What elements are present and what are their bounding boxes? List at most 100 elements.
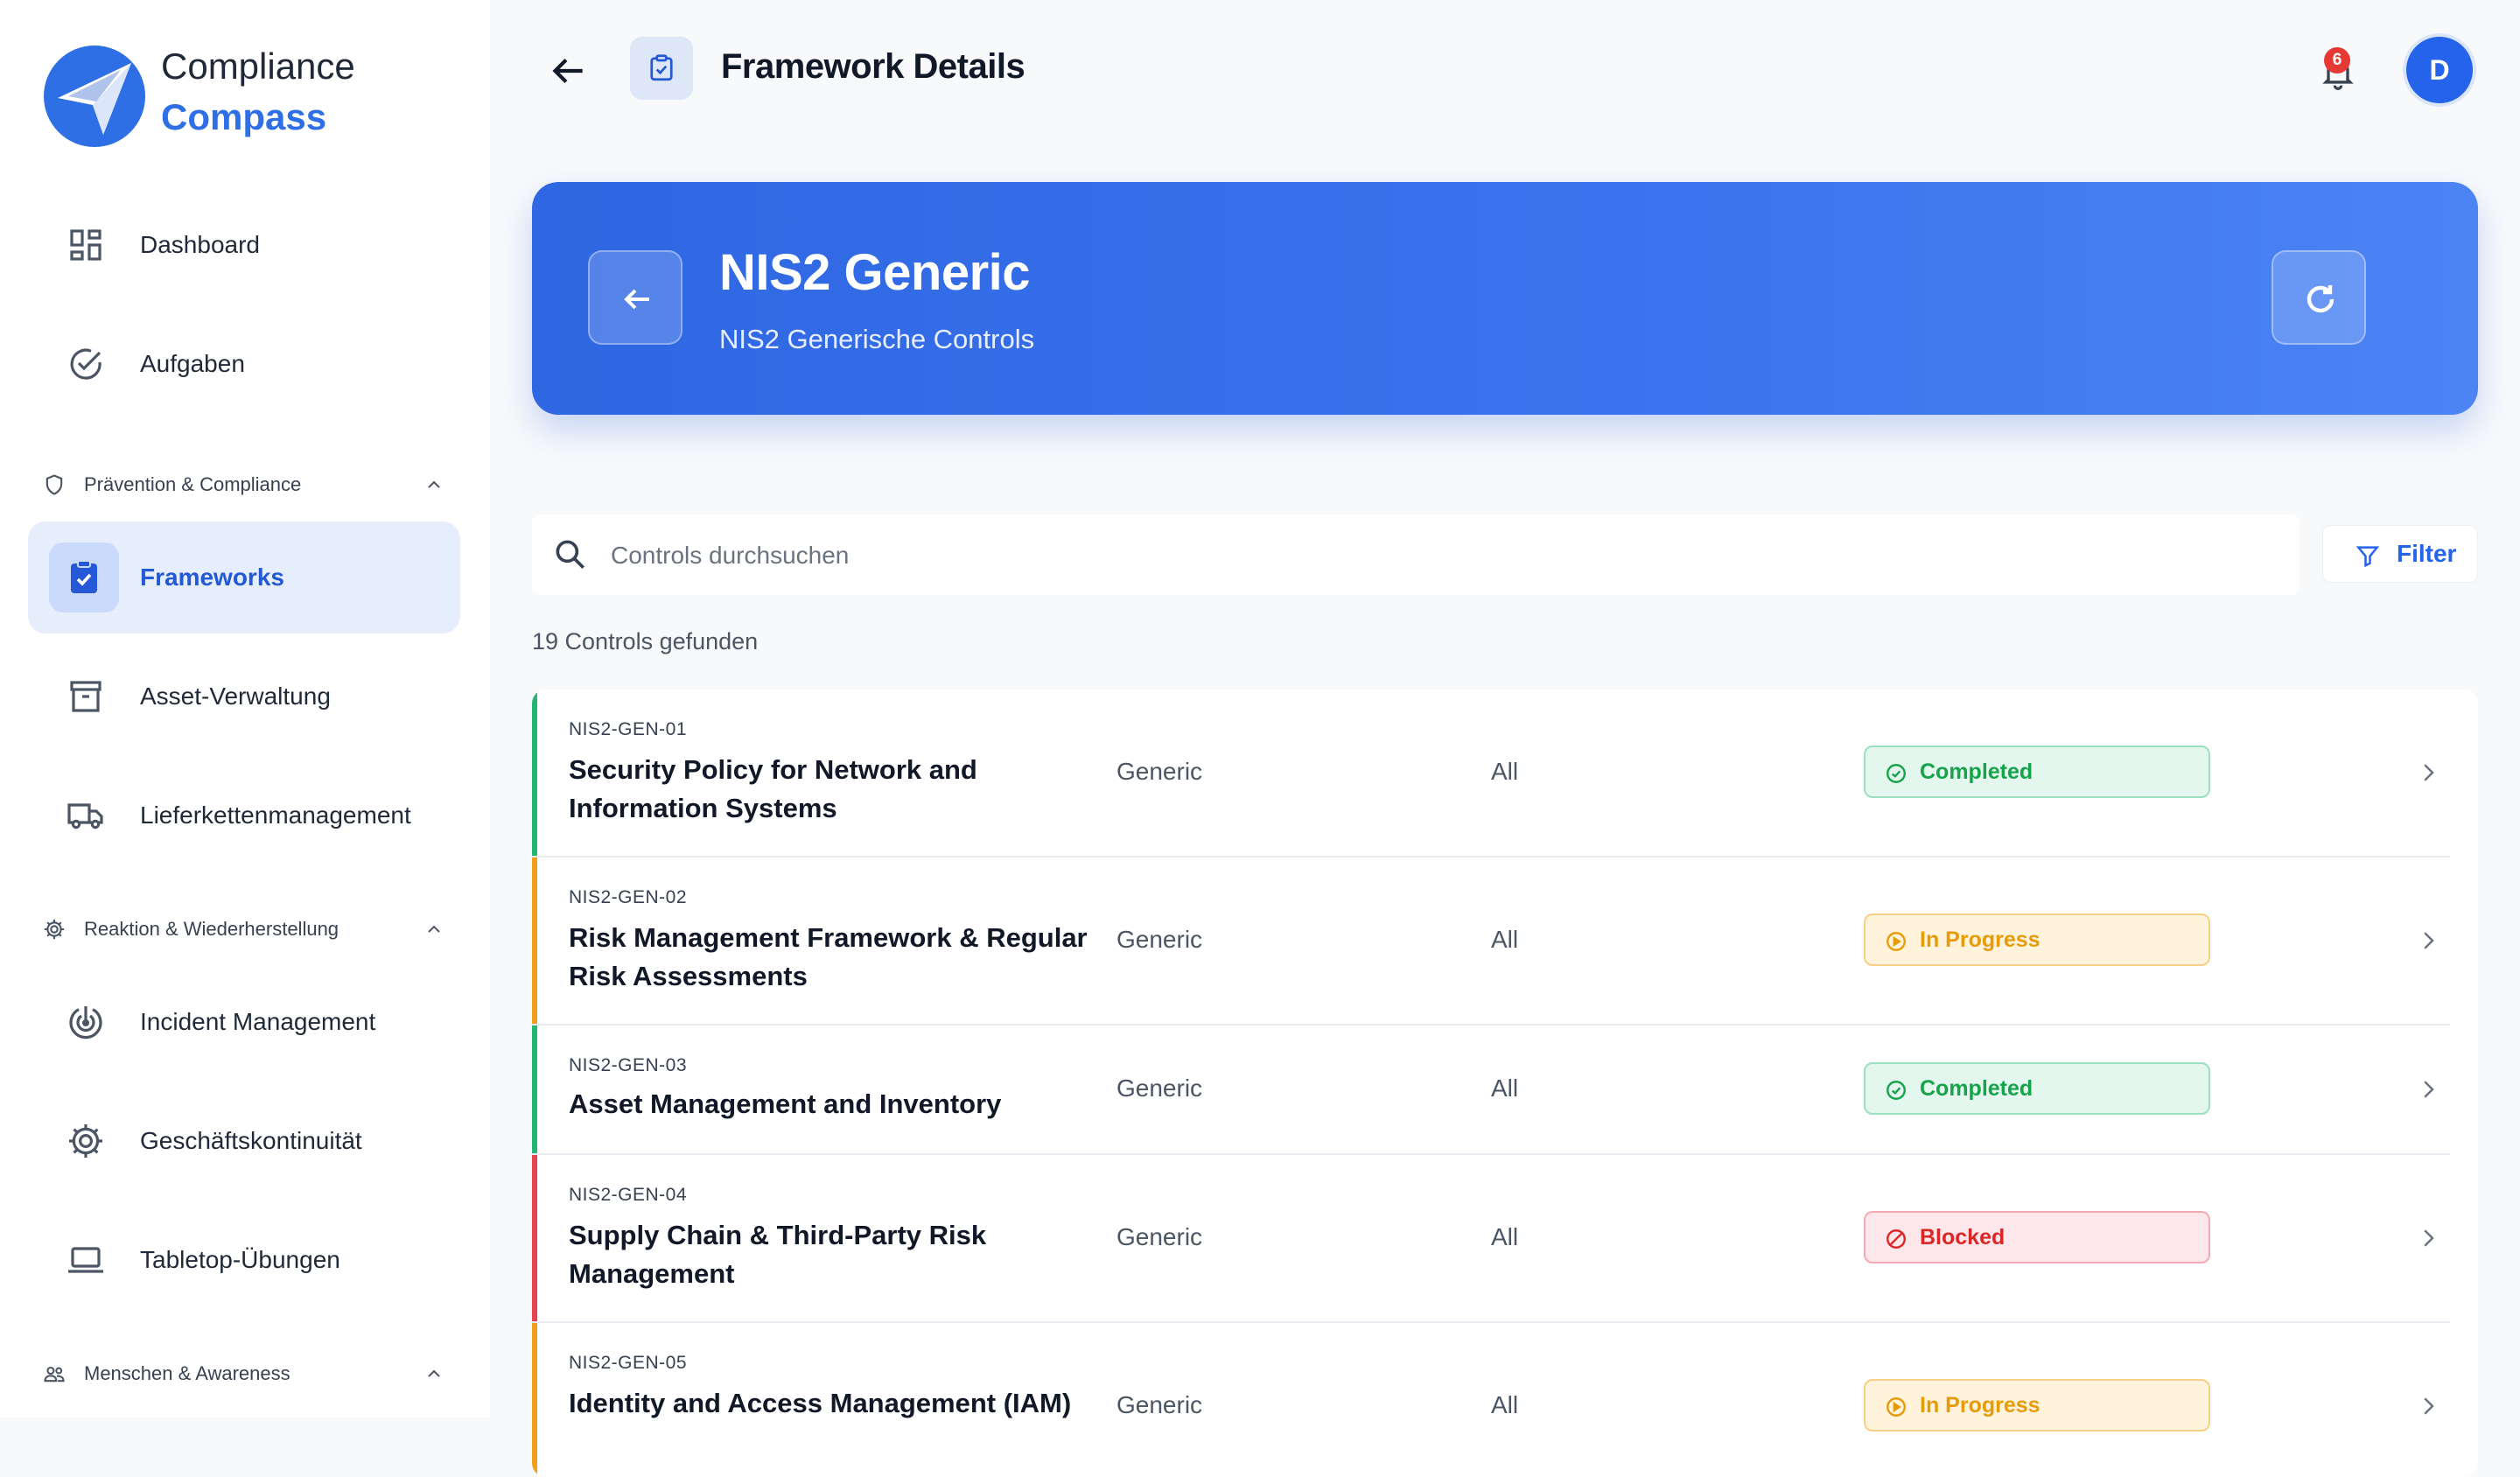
truck-icon bbox=[65, 794, 107, 836]
shield-icon bbox=[42, 472, 66, 497]
page-title: Framework Details bbox=[721, 47, 1026, 86]
sidebar-item-label: Asset-Verwaltung bbox=[140, 682, 331, 710]
laptop-icon bbox=[65, 1239, 107, 1281]
arrow-left-icon bbox=[624, 289, 649, 310]
sidebar-item-incident-management[interactable]: Incident Management bbox=[28, 966, 460, 1078]
control-scope: All bbox=[1491, 758, 1519, 785]
control-title: Supply Chain & Third-Party Risk Manageme… bbox=[569, 1220, 987, 1289]
sidebar-item-label: Aufgaben bbox=[140, 350, 245, 377]
chevron-right-icon[interactable] bbox=[2415, 1225, 2441, 1251]
framework-title: NIS2 Generic bbox=[719, 244, 1031, 301]
table-row[interactable]: NIS2-GEN-04 Supply Chain & Third-Party R… bbox=[532, 1155, 2450, 1323]
sidebar-item-label: Frameworks bbox=[140, 564, 284, 591]
sidebar-item-aufgaben[interactable]: Aufgaben bbox=[28, 308, 460, 420]
sidebar-item-frameworks[interactable]: Frameworks bbox=[28, 522, 460, 634]
sidebar-item-label: Incident Management bbox=[140, 1008, 376, 1035]
filter-button[interactable]: Filter bbox=[2322, 525, 2478, 583]
status-badge-label: Blocked bbox=[1920, 1225, 2006, 1250]
control-id: NIS2-GEN-04 bbox=[569, 1185, 688, 1205]
control-title: Asset Management and Inventory bbox=[569, 1088, 1002, 1119]
dashboard-icon bbox=[65, 224, 107, 266]
compass-logo-icon bbox=[42, 44, 147, 149]
sidebar-item-tabletop-uebungen[interactable]: Tabletop-Übungen bbox=[28, 1204, 460, 1316]
sidebar-item-label: Geschäftskontinuität bbox=[140, 1127, 362, 1154]
sidebar-section-reaktion[interactable]: Reaktion & Wiederherstellung bbox=[42, 912, 444, 947]
sidebar-section-menschen[interactable]: Menschen & Awareness bbox=[42, 1356, 444, 1391]
sidebar-item-label: Dashboard bbox=[140, 231, 260, 258]
control-title: Identity and Access Management (IAM) bbox=[569, 1388, 1072, 1418]
user-avatar[interactable]: D bbox=[2406, 37, 2473, 103]
chevron-right-icon[interactable] bbox=[2415, 1393, 2441, 1419]
archive-icon bbox=[65, 676, 107, 718]
control-category: Generic bbox=[1116, 758, 1203, 785]
brand-name: Compliance bbox=[161, 46, 355, 87]
status-indicator-bar bbox=[532, 1155, 537, 1321]
result-count: 19 Controls gefunden bbox=[532, 628, 759, 654]
blocked-icon bbox=[1886, 1229, 1906, 1249]
status-badge-label: Completed bbox=[1920, 760, 2034, 784]
framework-banner: NIS2 Generic NIS2 Generische Controls bbox=[532, 182, 2478, 415]
sidebar-item-label: Tabletop-Übungen bbox=[140, 1246, 340, 1273]
search-input[interactable] bbox=[609, 514, 2275, 597]
status-badge-label: Completed bbox=[1920, 1076, 2034, 1101]
check-circle-icon bbox=[1886, 764, 1906, 783]
brand-name-accent: Compass bbox=[161, 96, 327, 137]
sidebar-item-dashboard[interactable]: Dashboard bbox=[28, 189, 460, 301]
status-indicator-bar bbox=[532, 1026, 537, 1153]
people-icon bbox=[42, 1362, 66, 1386]
play-circle-icon bbox=[1886, 932, 1906, 951]
refresh-button[interactable] bbox=[2272, 250, 2366, 345]
chevron-right-icon[interactable] bbox=[2415, 928, 2441, 954]
control-scope: All bbox=[1491, 1223, 1519, 1250]
status-badge-label: In Progress bbox=[1920, 928, 2040, 952]
status-badge: Completed bbox=[1864, 746, 2210, 798]
filter-button-label: Filter bbox=[2397, 540, 2457, 567]
status-indicator-bar bbox=[532, 690, 537, 856]
control-category: Generic bbox=[1116, 1223, 1203, 1250]
framework-icon-badge bbox=[630, 37, 693, 100]
gear-icon bbox=[42, 917, 66, 942]
table-row[interactable]: NIS2-GEN-01 Security Policy for Network … bbox=[532, 690, 2450, 858]
table-row[interactable]: NIS2-GEN-02 Risk Management Framework & … bbox=[532, 858, 2450, 1026]
chevron-right-icon[interactable] bbox=[2415, 760, 2441, 786]
check-circle-icon bbox=[65, 343, 107, 385]
sidebar-section-label: Prävention & Compliance bbox=[84, 473, 302, 495]
status-badge: In Progress bbox=[1864, 914, 2210, 966]
status-indicator-bar bbox=[532, 1323, 537, 1477]
control-category: Generic bbox=[1116, 1074, 1203, 1102]
status-indicator-bar bbox=[532, 858, 537, 1024]
notification-count-badge: 6 bbox=[2324, 47, 2350, 74]
clipboard-check-icon bbox=[650, 54, 673, 81]
sidebar-section-label: Reaktion & Wiederherstellung bbox=[84, 918, 340, 940]
sidebar-item-geschaeftskontinuitaet[interactable]: Geschäftskontinuität bbox=[28, 1085, 460, 1197]
chevron-up-icon[interactable] bbox=[424, 919, 444, 940]
table-row[interactable]: NIS2-GEN-03 Asset Management and Invento… bbox=[532, 1026, 2450, 1155]
back-arrow-icon[interactable] bbox=[546, 49, 590, 93]
sidebar-item-lieferkettenmanagement[interactable]: Lieferkettenmanagement bbox=[28, 760, 460, 872]
status-badge-label: In Progress bbox=[1920, 1393, 2040, 1418]
framework-subtitle: NIS2 Generische Controls bbox=[719, 324, 1035, 354]
control-id: NIS2-GEN-01 bbox=[569, 719, 688, 739]
control-id: NIS2-GEN-03 bbox=[569, 1055, 688, 1075]
chevron-up-icon[interactable] bbox=[424, 474, 444, 495]
target-icon bbox=[65, 1001, 107, 1043]
search-icon bbox=[556, 540, 584, 569]
banner-back-button[interactable] bbox=[588, 250, 682, 345]
control-id: NIS2-GEN-02 bbox=[569, 887, 688, 907]
chevron-right-icon[interactable] bbox=[2415, 1076, 2441, 1102]
control-scope: All bbox=[1491, 1074, 1519, 1102]
filter-icon bbox=[2356, 546, 2380, 568]
control-scope: All bbox=[1491, 926, 1519, 953]
chevron-up-icon[interactable] bbox=[424, 1363, 444, 1384]
control-title: Risk Management Framework & Regular Risk… bbox=[569, 922, 1088, 991]
search-bar bbox=[532, 514, 2300, 597]
table-row[interactable]: NIS2-GEN-05 Identity and Access Manageme… bbox=[532, 1323, 2450, 1477]
sidebar: Compliance Compass Dashboard Aufgaben Pr… bbox=[0, 0, 490, 1418]
sidebar-item-asset-verwaltung[interactable]: Asset-Verwaltung bbox=[28, 640, 460, 752]
control-category: Generic bbox=[1116, 926, 1203, 953]
control-scope: All bbox=[1491, 1391, 1519, 1418]
status-badge: In Progress bbox=[1864, 1379, 2210, 1432]
check-circle-icon bbox=[1886, 1081, 1906, 1100]
play-circle-icon bbox=[1886, 1397, 1906, 1417]
sidebar-section-praevention[interactable]: Prävention & Compliance bbox=[42, 467, 444, 502]
